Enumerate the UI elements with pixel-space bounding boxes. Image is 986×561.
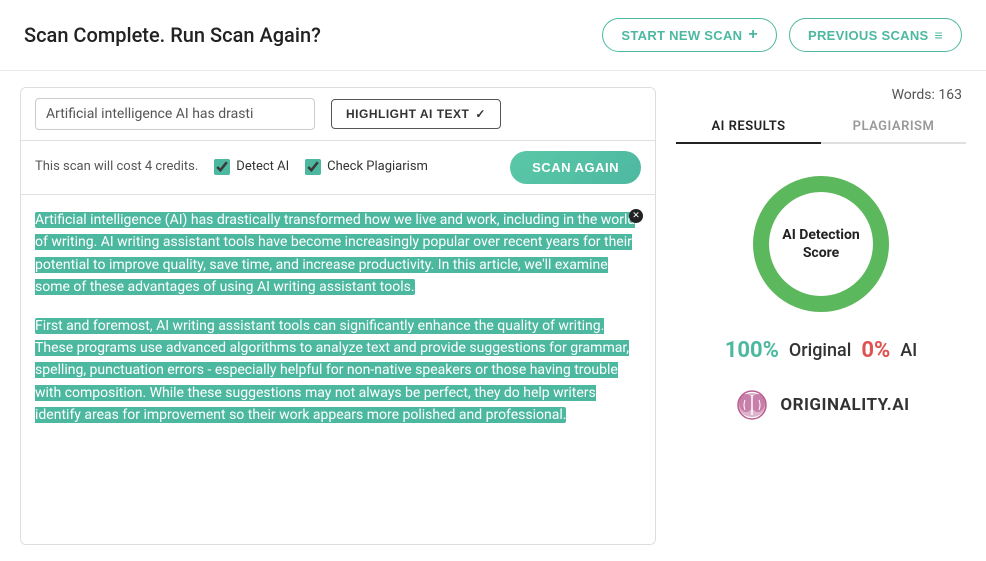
- left-panel: Artificial intelligence AI has drasti HI…: [20, 87, 656, 545]
- highlight-ai-text-button[interactable]: HIGHLIGHT AI TEXT ✓: [331, 99, 501, 129]
- page-header: Scan Complete. Run Scan Again? START NEW…: [0, 0, 986, 71]
- detect-ai-checkbox[interactable]: [214, 159, 230, 175]
- check-plagiarism-checkbox[interactable]: [305, 159, 321, 175]
- words-count: Words: 163: [676, 87, 966, 103]
- ai-percentage: 0%: [861, 338, 890, 363]
- list-icon: ≡: [935, 27, 943, 43]
- donut-chart: AI Detection Score: [741, 164, 901, 324]
- results-tabs: AI RESULTS PLAGIARISM: [676, 111, 966, 144]
- header-actions: START NEW SCAN + PREVIOUS SCANS ≡: [602, 18, 962, 52]
- main-content: Artificial intelligence AI has drasti HI…: [0, 71, 986, 561]
- checkmark-icon: ✓: [475, 107, 486, 121]
- right-panel: Words: 163 AI RESULTS PLAGIARISM AI Dete…: [676, 87, 966, 545]
- original-label: Original: [789, 340, 851, 361]
- previous-scans-button[interactable]: PREVIOUS SCANS ≡: [789, 18, 962, 52]
- detect-ai-checkbox-group[interactable]: Detect AI: [214, 159, 289, 176]
- toolbar: Artificial intelligence AI has drasti HI…: [21, 88, 655, 141]
- scan-cost-label: This scan will cost 4 credits.: [35, 158, 198, 176]
- plus-icon: +: [748, 26, 758, 44]
- brand-logo: ORIGINALITY.AI: [732, 385, 909, 425]
- scan-again-button[interactable]: SCAN AGAIN: [510, 151, 641, 184]
- ai-score-section: AI Detection Score 100% Original 0% AI: [676, 164, 966, 425]
- original-percentage: 100%: [725, 338, 779, 363]
- detect-ai-label: Detect AI: [236, 159, 289, 176]
- highlighted-text-2: First and foremost, AI writing assistant…: [35, 318, 629, 424]
- remove-highlight-button[interactable]: ✕: [629, 209, 643, 223]
- check-plagiarism-checkbox-group[interactable]: Check Plagiarism: [305, 159, 428, 176]
- brand-name-label: ORIGINALITY.AI: [780, 395, 909, 415]
- paragraph-2: First and foremost, AI writing assistant…: [35, 315, 641, 427]
- ai-label: AI: [900, 340, 917, 361]
- score-values: 100% Original 0% AI: [725, 338, 918, 363]
- donut-svg: [741, 164, 901, 324]
- start-new-scan-button[interactable]: START NEW SCAN +: [602, 18, 777, 52]
- text-preview: Artificial intelligence AI has drasti: [35, 98, 315, 130]
- text-content-area: Artificial intelligence (AI) has drastic…: [21, 195, 655, 544]
- tab-plagiarism[interactable]: PLAGIARISM: [821, 111, 966, 144]
- scan-options-bar: This scan will cost 4 credits. Detect AI…: [21, 141, 655, 195]
- paragraph-1: Artificial intelligence (AI) has drastic…: [35, 209, 641, 299]
- check-plagiarism-label: Check Plagiarism: [327, 159, 428, 176]
- brain-icon: [732, 385, 772, 425]
- page-title: Scan Complete. Run Scan Again?: [24, 23, 321, 47]
- highlighted-text-1: Artificial intelligence (AI) has drastic…: [35, 212, 635, 295]
- tab-ai-results[interactable]: AI RESULTS: [676, 111, 821, 144]
